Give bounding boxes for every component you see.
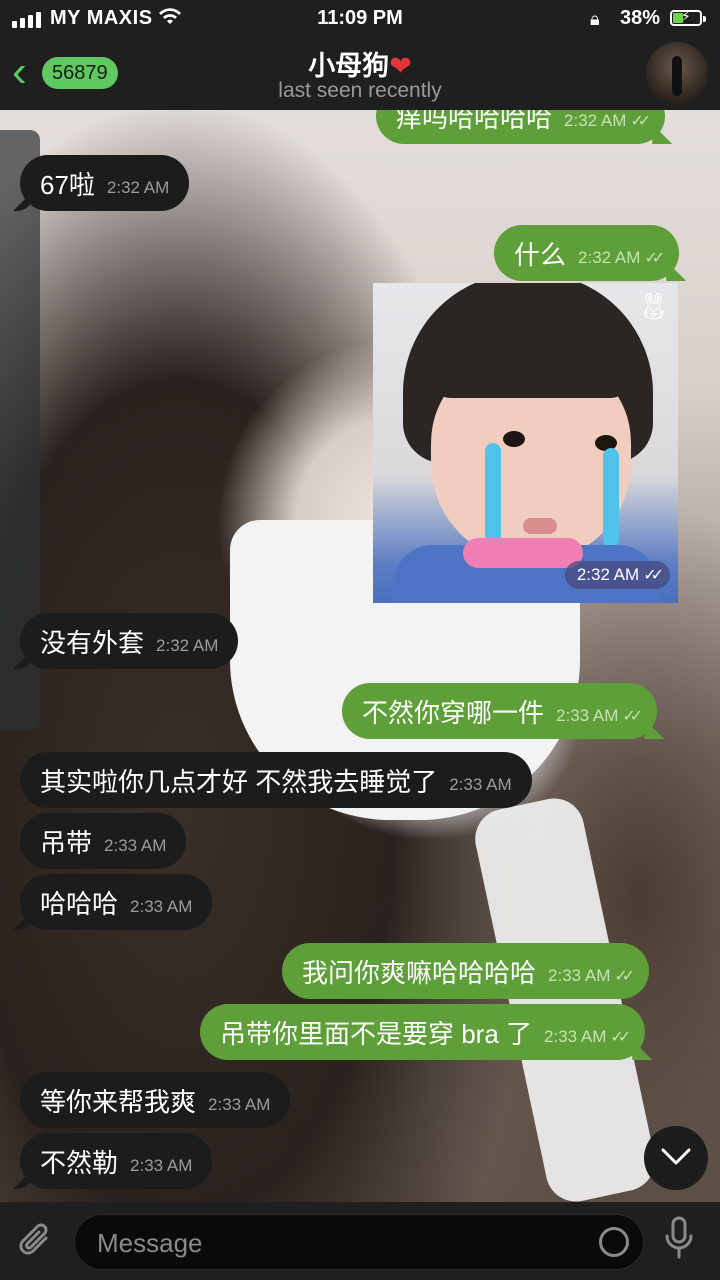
message-meta: 2:33 AM ✓✓ [556,706,643,725]
message-input[interactable] [95,1215,579,1271]
message-field[interactable] [74,1214,644,1271]
message-text: 其实啦你几点才好 不然我去睡觉了 [40,766,438,797]
chat-header: MY MAXIS 11:09 PM 🔒︎ 38% ⚡︎ ‹ 56879 小母狗❤… [0,0,720,110]
message-bubble-outgoing[interactable]: 吊带你里面不是要穿 bra 了 2:33 AM ✓✓ [200,1004,646,1060]
message-meta: 2:33 AM [130,1156,193,1175]
message-text: 吊带 [40,827,93,858]
message-bubble-incoming[interactable]: 67啦 2:32 AM [20,155,190,211]
message-list[interactable]: 痒吗哈哈哈哈 2:32 AM ✓✓ 67啦 2:32 AM 什么 2:32 AM ✓… [0,110,720,1202]
message-meta: 2:32 AM [156,636,219,655]
message-meta: 2:33 AM [449,775,512,794]
message-text: 等你来帮我爽 [40,1086,197,1117]
chevron-down-icon [660,1141,692,1175]
status-time: 11:09 PM [317,7,403,29]
sticker-message[interactable]: 🐰︎ 2:32 AM ✓✓ [373,283,678,603]
message-meta: 2:32 AM [106,178,170,197]
orientation-lock-icon: 🔒︎ [590,9,600,29]
message-text: 不然你穿哪一件 [362,697,545,728]
read-check-icon: ✓✓ [610,1029,631,1046]
tear-icon [485,443,501,543]
read-check-icon: ✓✓ [614,968,635,985]
message-bubble-outgoing[interactable]: 什么 2:32 AM ✓✓ [494,225,680,281]
message-bubble-outgoing[interactable]: 不然你穿哪一件 2:33 AM ✓✓ [342,683,658,739]
tear-icon [603,448,619,548]
read-check-icon: ✓✓ [644,250,665,267]
read-check-icon: ✓✓ [630,113,651,130]
message-meta: 2:33 AM ✓✓ [544,1027,631,1046]
message-meta: 2:33 AM ✓✓ [548,966,635,985]
battery-percent: 38% [620,7,661,29]
message-text: 哈哈哈 [40,888,119,919]
message-text: 没有外套 [40,627,145,658]
message-text: 67啦 [40,169,95,200]
message-text: 我问你爽嘛哈哈哈哈 [302,957,537,988]
message-text: 痒吗哈哈哈哈 [396,110,553,133]
status-bar: MY MAXIS 11:09 PM 🔒︎ 38% ⚡︎ [0,4,720,34]
composer-bar [0,1202,720,1280]
sticker-icon[interactable] [599,1227,629,1257]
message-meta: 2:33 AM [104,836,167,855]
scroll-down-button[interactable] [644,1126,708,1190]
microphone-icon[interactable] [664,1216,694,1269]
message-bubble-incoming[interactable]: 等你来帮我爽 2:33 AM [20,1072,291,1128]
message-bubble-incoming[interactable]: 不然勒 2:33 AM [20,1133,213,1189]
message-bubble-incoming[interactable]: 吊带 2:33 AM [20,813,187,869]
read-check-icon: ✓✓ [622,708,643,725]
battery-icon: ⚡︎ [670,8,706,26]
message-bubble-outgoing[interactable]: 我问你爽嘛哈哈哈哈 2:33 AM ✓✓ [282,943,650,999]
message-meta: 2:32 AM ✓✓ [578,248,665,267]
message-meta: 2:32 AM ✓✓ [564,111,651,130]
message-text: 吊带你里面不是要穿 bra 了 [220,1018,533,1049]
message-meta: 2:33 AM [130,897,193,916]
chat-title-text: 小母狗 [308,51,390,81]
message-text: 不然勒 [40,1147,119,1178]
message-meta: 2:32 AM ✓✓ [564,561,670,589]
heart-icon: ❤ [389,51,412,81]
message-text: 什么 [514,239,567,270]
chat-subtitle: last seen recently [278,79,442,102]
chat-title[interactable]: 小母狗❤ [0,44,720,83]
message-bubble-incoming[interactable]: 哈哈哈 2:33 AM [20,874,213,930]
bunny-icon: 🐰︎ [636,291,670,321]
message-bubble-incoming[interactable]: 没有外套 2:32 AM [20,613,239,669]
read-check-icon: ✓✓ [643,567,664,584]
message-meta: 2:33 AM [208,1095,271,1114]
message-bubble-outgoing[interactable]: 痒吗哈哈哈哈 2:32 AM ✓✓ [376,110,666,144]
avatar[interactable] [646,42,708,104]
message-bubble-incoming[interactable]: 其实啦你几点才好 不然我去睡觉了 2:33 AM [20,752,532,808]
paperclip-icon[interactable] [18,1220,54,1269]
